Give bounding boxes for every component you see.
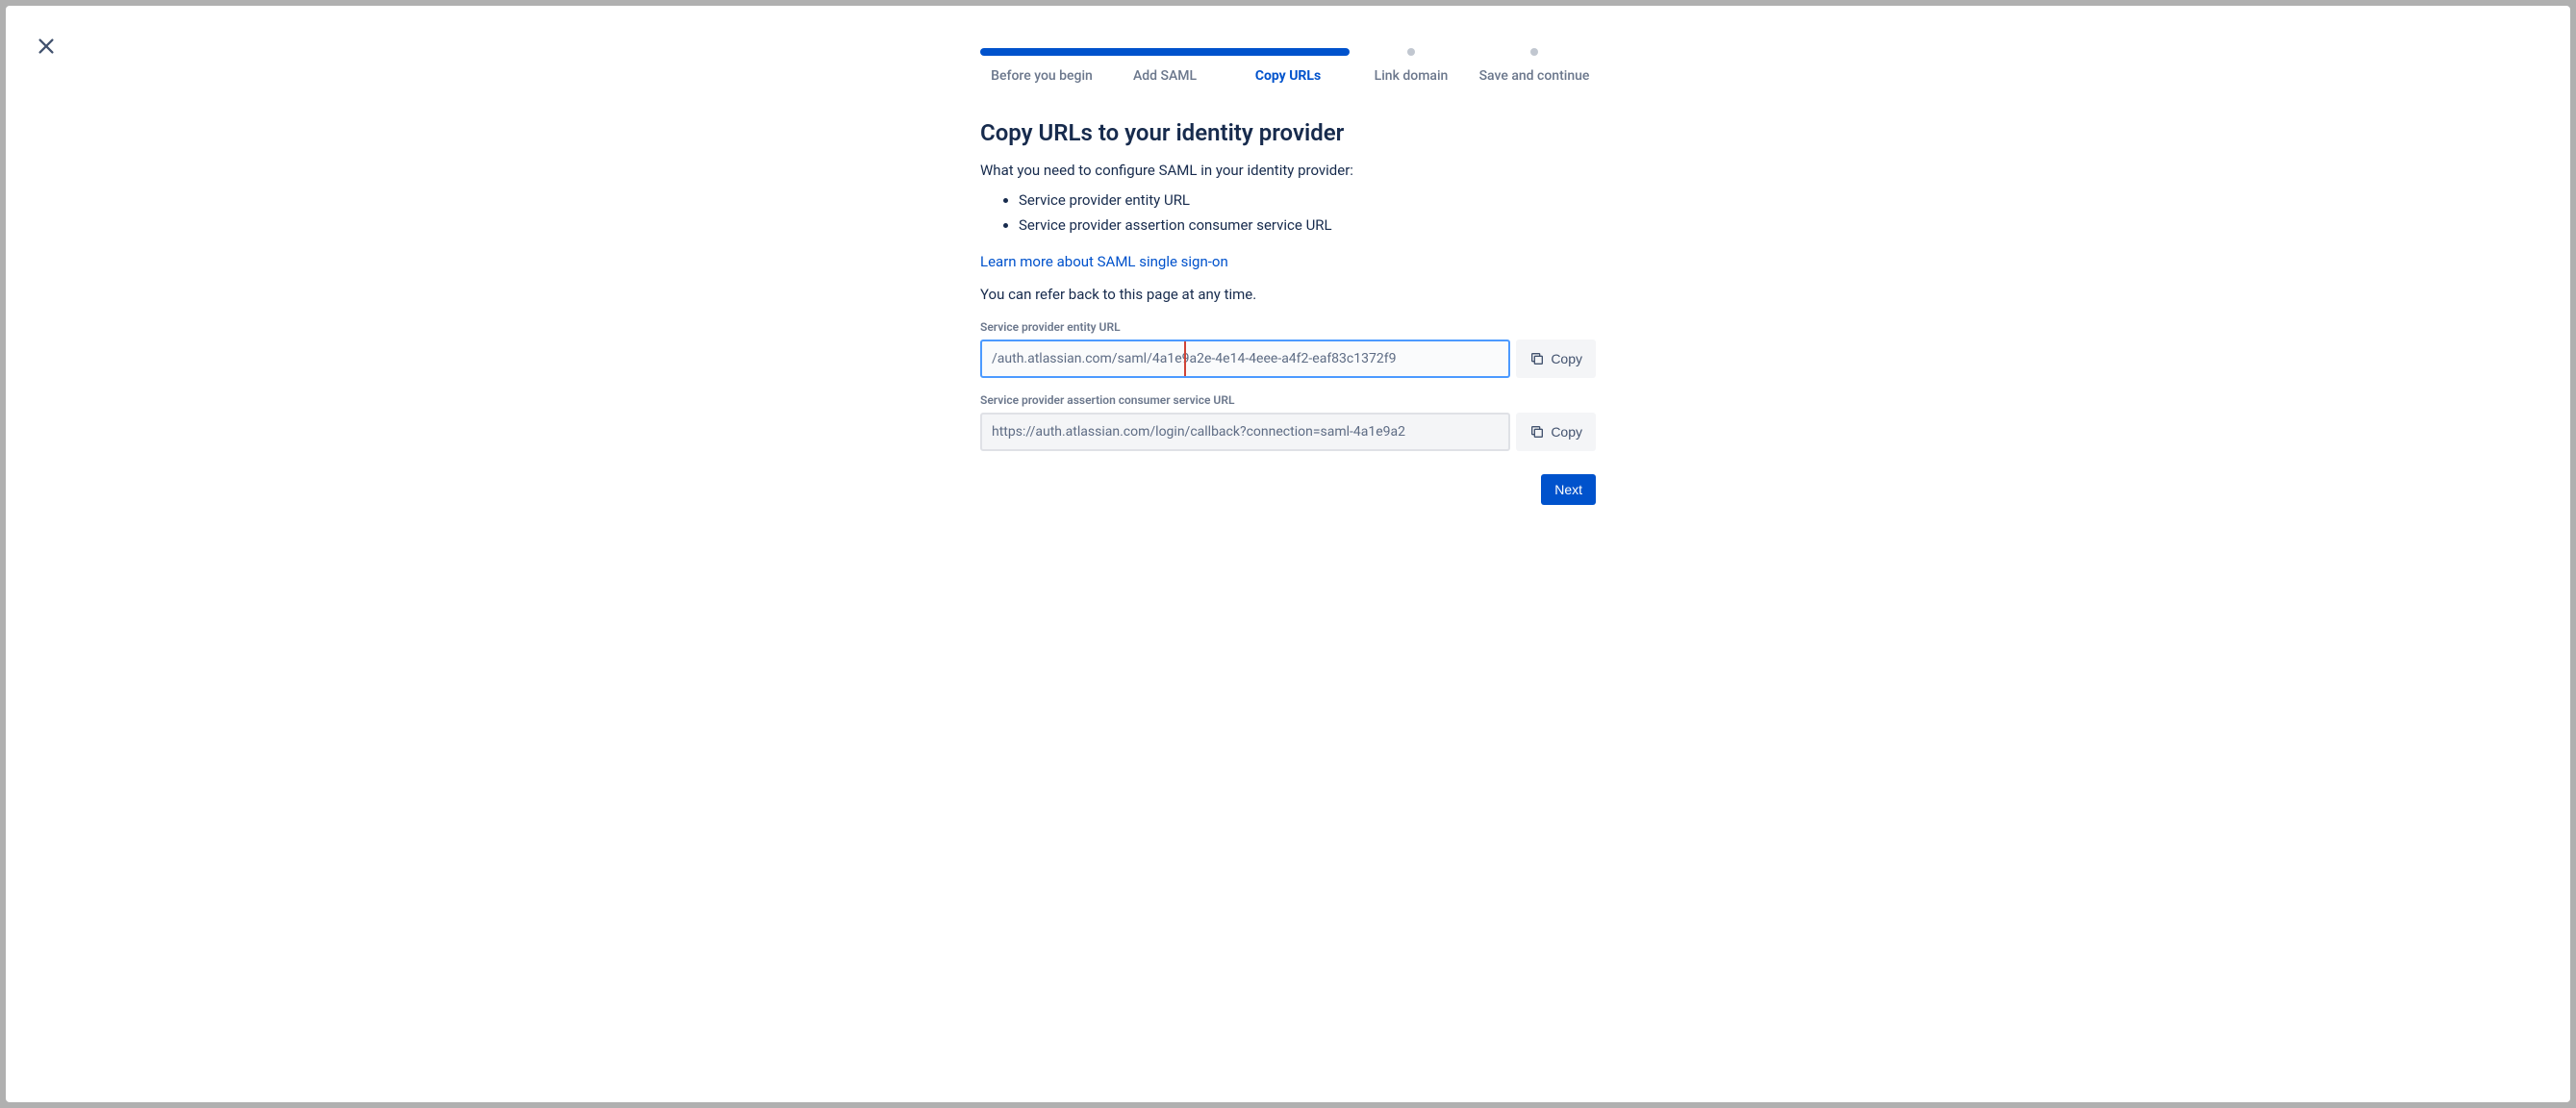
close-button[interactable] (33, 33, 60, 60)
modal-footer: Next (980, 474, 1596, 505)
copy-button-label: Copy (1551, 424, 1582, 440)
progress-stepper: Before you begin Add SAML Copy URLs Link… (980, 48, 1596, 85)
copy-icon (1529, 424, 1545, 440)
copy-button-label: Copy (1551, 351, 1582, 366)
refer-text: You can refer back to this page at any t… (980, 286, 1596, 303)
step-label: Save and continue (1474, 67, 1596, 85)
entity-url-input[interactable] (982, 341, 1508, 376)
list-item: Service provider assertion consumer serv… (1019, 214, 1596, 239)
next-button[interactable]: Next (1541, 474, 1596, 505)
step-add-saml[interactable]: Add SAML (1103, 48, 1226, 85)
field-group-acs-url: Service provider assertion consumer serv… (980, 393, 1596, 451)
list-item: Service provider entity URL (1019, 189, 1596, 214)
field-label: Service provider entity URL (980, 320, 1596, 334)
copy-icon (1529, 351, 1545, 366)
modal-content: Before you begin Add SAML Copy URLs Link… (980, 6, 1596, 505)
step-copy-urls[interactable]: Copy URLs (1226, 48, 1350, 85)
step-label: Copy URLs (1250, 67, 1326, 85)
close-icon (36, 36, 57, 57)
field-label: Service provider assertion consumer serv… (980, 393, 1596, 407)
learn-more-link[interactable]: Learn more about SAML single sign-on (980, 253, 1228, 270)
step-link-domain[interactable]: Link domain (1350, 48, 1473, 85)
acs-url-input-wrap (980, 413, 1510, 451)
requirements-list: Service provider entity URL Service prov… (980, 189, 1596, 238)
step-before-you-begin[interactable]: Before you begin (980, 48, 1103, 85)
page-title: Copy URLs to your identity provider (980, 119, 1596, 146)
step-label: Add SAML (1127, 67, 1202, 85)
acs-url-input[interactable] (982, 415, 1508, 449)
copy-entity-url-button[interactable]: Copy (1516, 340, 1596, 378)
step-label: Before you begin (985, 67, 1099, 85)
step-label: Link domain (1369, 67, 1454, 85)
field-group-entity-url: Service provider entity URL Copy (980, 320, 1596, 378)
modal-dialog: Before you begin Add SAML Copy URLs Link… (6, 6, 2570, 1102)
step-save-continue[interactable]: Save and continue (1473, 48, 1596, 85)
entity-url-input-wrap (980, 340, 1510, 378)
copy-acs-url-button[interactable]: Copy (1516, 413, 1596, 451)
intro-text: What you need to configure SAML in your … (980, 162, 1596, 179)
